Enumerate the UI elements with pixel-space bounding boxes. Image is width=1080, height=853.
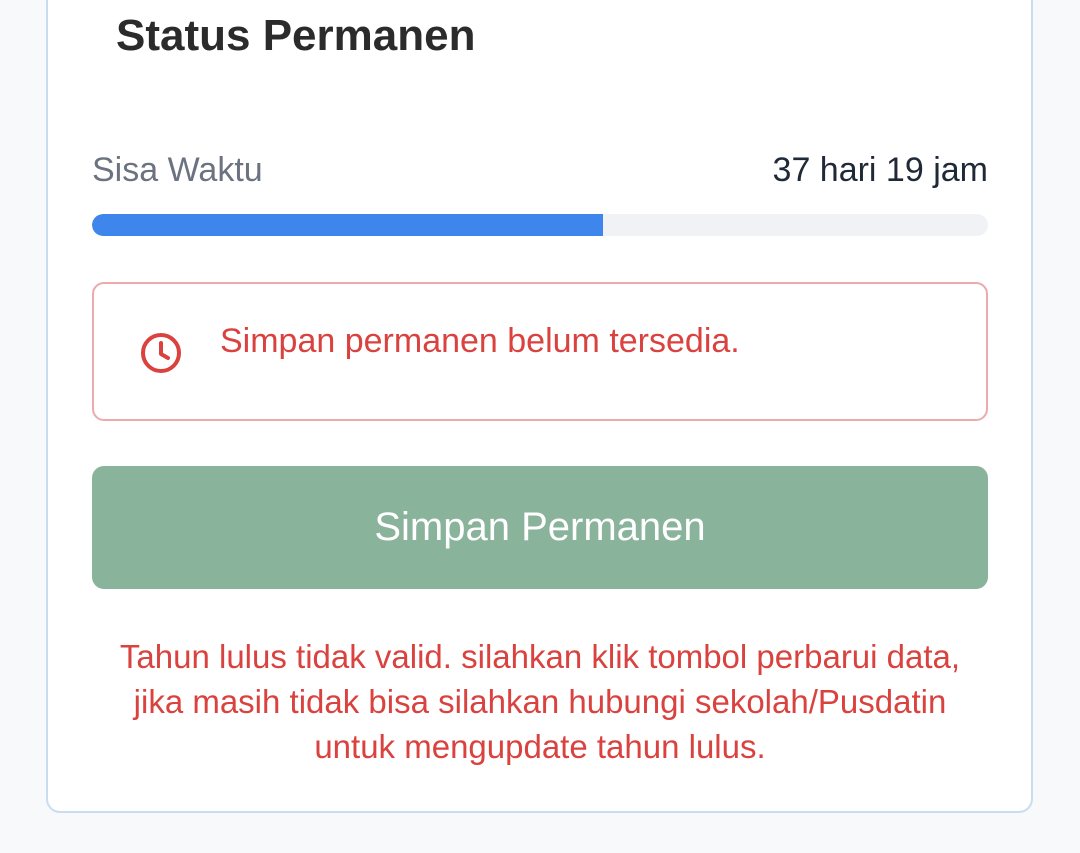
error-message: Tahun lulus tidak valid. silahkan klik t…	[119, 638, 961, 765]
time-remaining-label: Sisa Waktu	[92, 150, 263, 189]
save-permanent-button[interactable]: Simpan Permanen	[92, 466, 988, 589]
alert-message: Simpan permanen belum tersedia.	[220, 322, 740, 360]
time-progress-fill	[92, 214, 603, 236]
time-remaining-row: Sisa Waktu 37 hari 19 jam	[92, 148, 988, 192]
clock-icon	[138, 330, 184, 376]
card-title: Status Permanen	[116, 11, 476, 60]
time-remaining-value: 37 hari 19 jam	[772, 150, 988, 189]
time-progress-bar	[92, 214, 988, 236]
unavailable-alert: Simpan permanen belum tersedia.	[92, 282, 988, 421]
